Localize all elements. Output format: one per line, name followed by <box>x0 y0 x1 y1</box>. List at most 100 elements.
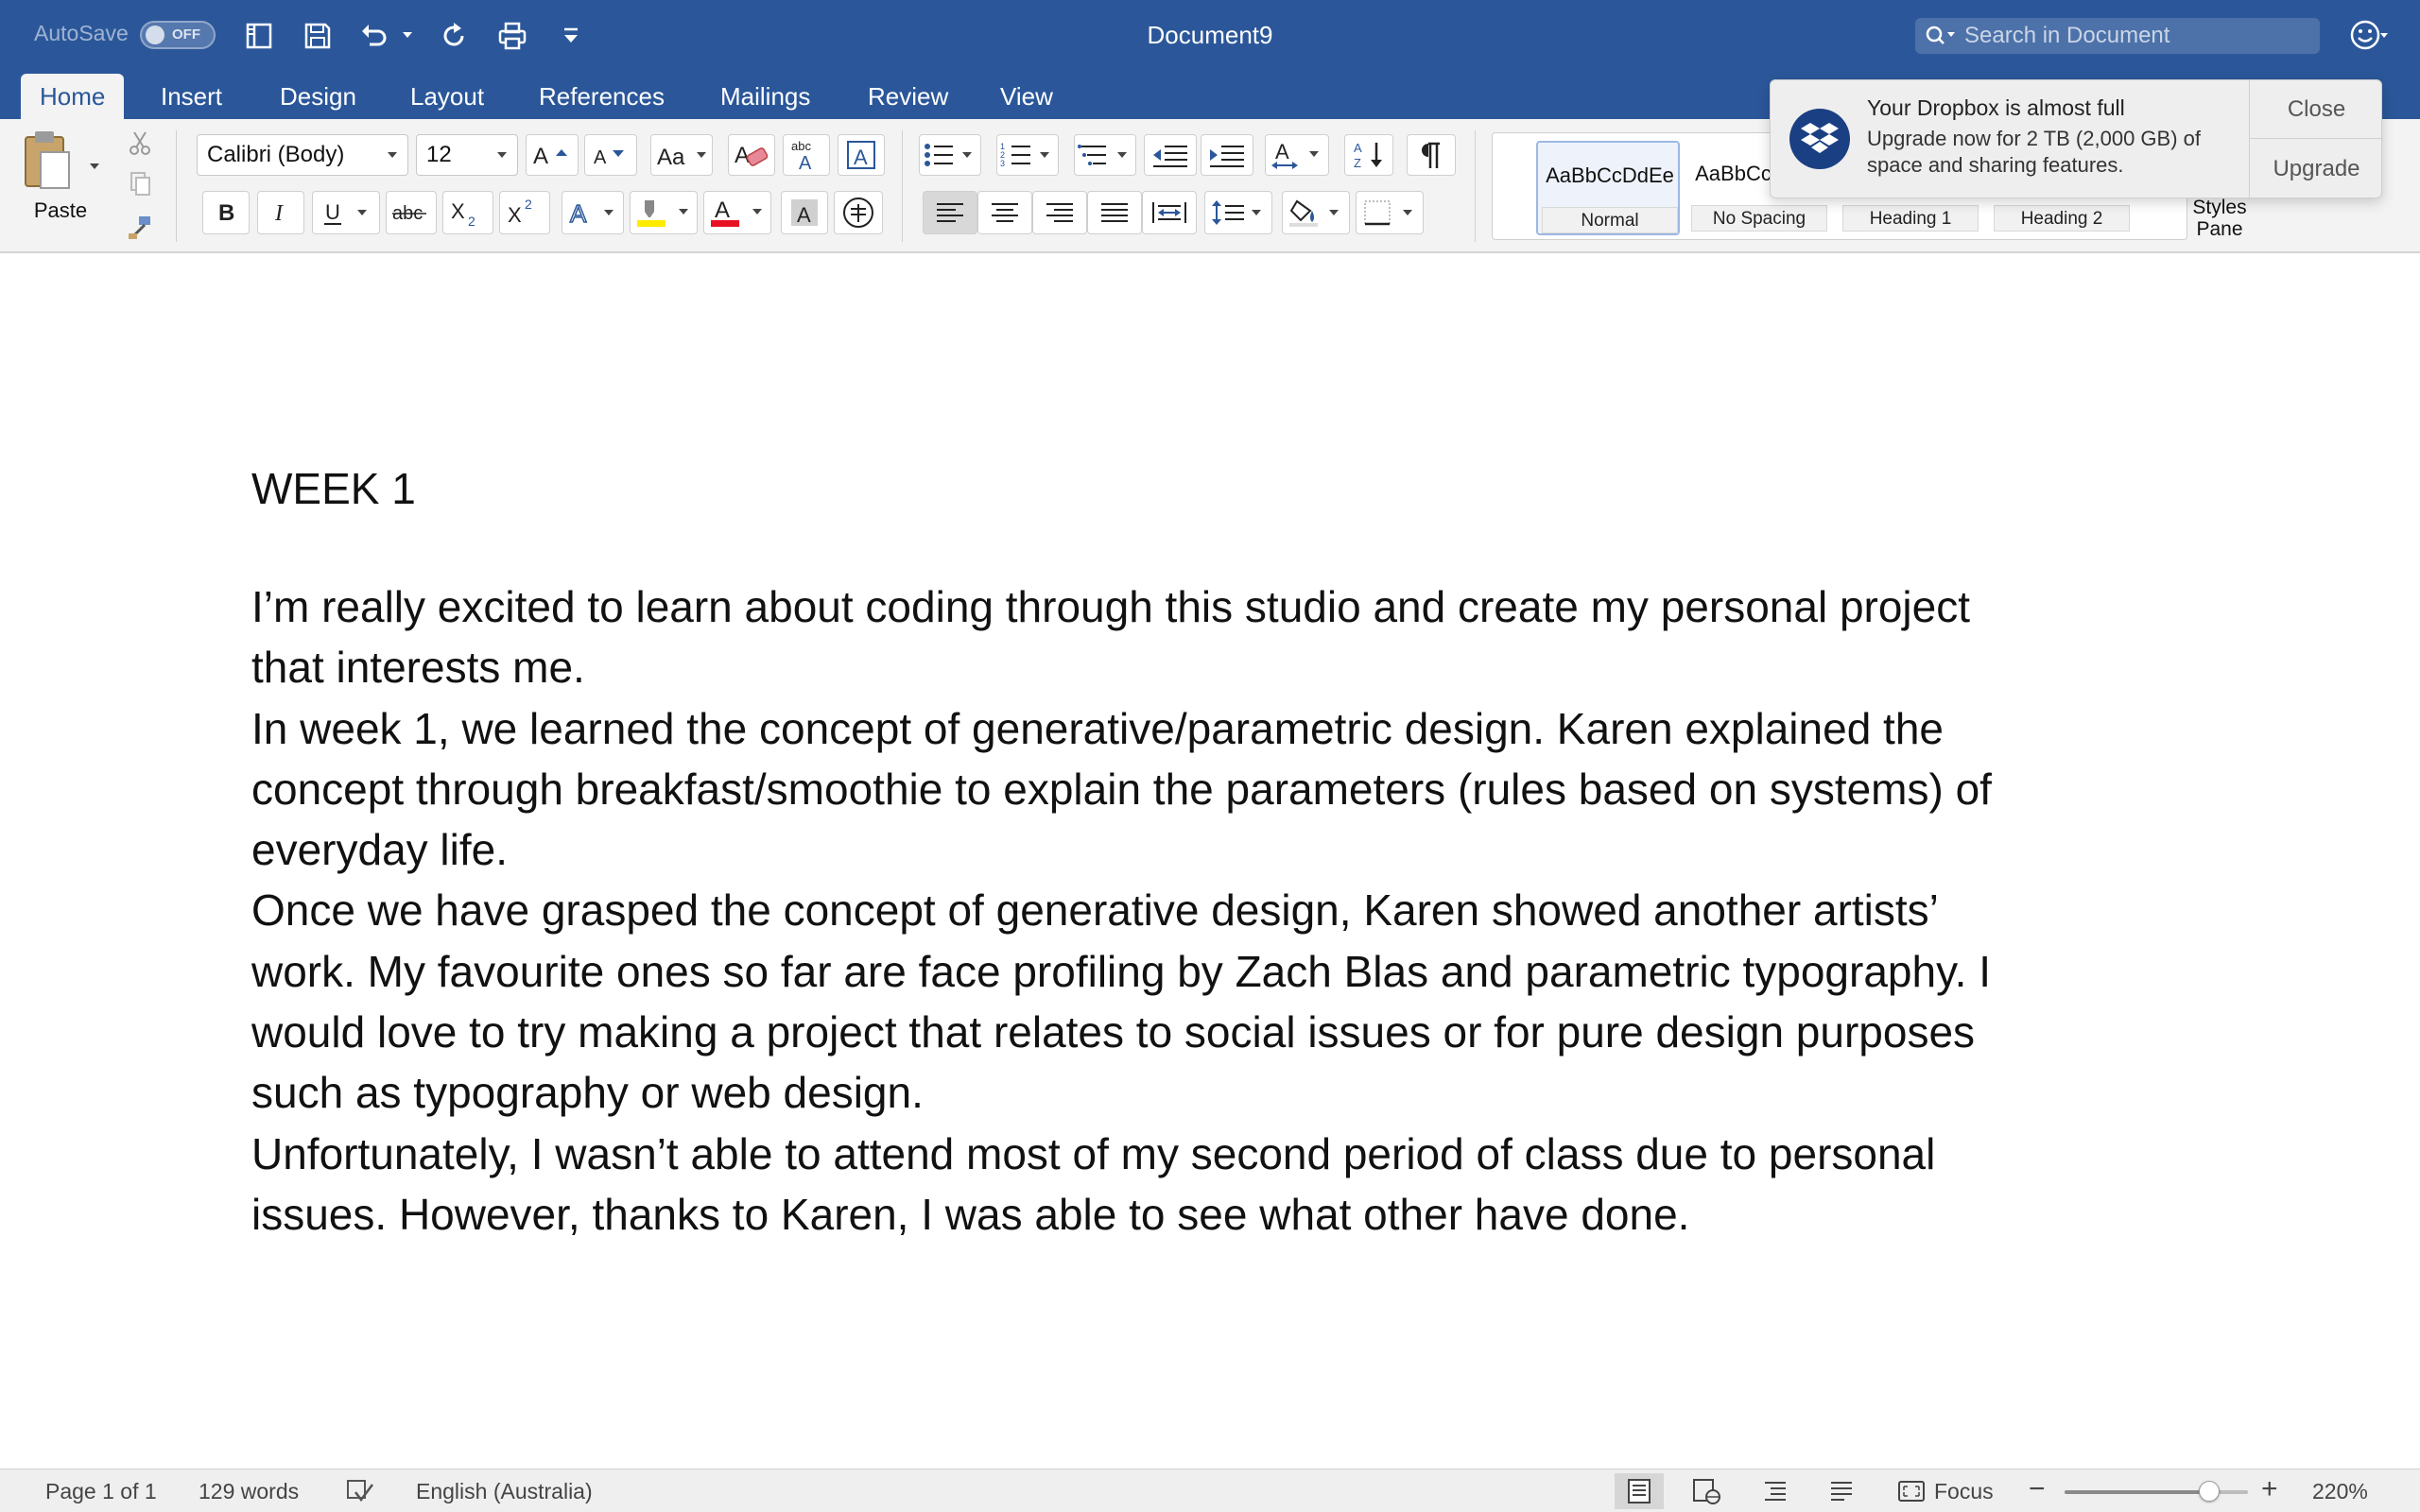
sidebar-toggle-icon[interactable] <box>240 17 278 55</box>
document-body[interactable]: I’m really excited to learn about coding… <box>251 576 2142 1245</box>
shrink-font-icon[interactable]: A <box>584 134 637 176</box>
feedback-smiley-icon[interactable] <box>2346 16 2390 54</box>
enclose-characters-icon[interactable] <box>834 191 883 234</box>
zoom-in-icon[interactable]: + <box>2261 1473 2278 1505</box>
svg-text:A: A <box>533 144 548 169</box>
svg-text:A: A <box>797 203 811 227</box>
autosave-toggle[interactable]: OFF <box>140 21 216 49</box>
tab-insert[interactable]: Insert <box>142 74 241 119</box>
character-shading-icon[interactable]: A <box>781 191 828 234</box>
separator <box>1475 130 1476 242</box>
tab-design[interactable]: Design <box>261 74 375 119</box>
chevron-down-icon <box>388 152 397 158</box>
increase-indent-icon[interactable] <box>1201 134 1253 176</box>
decrease-indent-icon[interactable] <box>1144 134 1197 176</box>
font-size-select[interactable]: 12 <box>416 134 518 176</box>
multilevel-list-icon[interactable] <box>1074 134 1136 176</box>
word-count[interactable]: 129 words <box>199 1479 299 1504</box>
style-name: Normal <box>1542 207 1678 233</box>
font-name-select[interactable]: Calibri (Body) <box>197 134 408 176</box>
font-name-value: Calibri (Body) <box>207 142 345 167</box>
align-center-button[interactable] <box>977 191 1032 234</box>
svg-text:X: X <box>508 203 522 227</box>
zoom-slider-thumb[interactable] <box>2199 1481 2221 1502</box>
justify-button[interactable] <box>1087 191 1142 234</box>
bold-button[interactable]: B <box>202 191 250 234</box>
sort-icon[interactable]: AZ <box>1344 134 1393 176</box>
align-left-button[interactable] <box>923 191 977 234</box>
bullets-icon[interactable] <box>919 134 981 176</box>
style-preview: AaBbCcDdEe <box>1546 163 1674 187</box>
font-color-icon[interactable]: A <box>703 191 771 234</box>
customize-toolbar-icon[interactable] <box>552 17 590 55</box>
tab-references[interactable]: References <box>520 74 683 119</box>
undo-icon[interactable] <box>355 17 393 55</box>
change-case-icon[interactable]: Aa <box>650 134 713 176</box>
tab-mailings[interactable]: Mailings <box>701 74 829 119</box>
grow-font-icon[interactable]: A <box>526 134 579 176</box>
document-line: such as typography or web design. <box>251 1068 924 1118</box>
paste-icon[interactable] <box>21 127 74 195</box>
document-line: issues. However, thanks to Karen, I was … <box>251 1189 1690 1239</box>
save-icon[interactable] <box>299 17 337 55</box>
character-border-icon[interactable]: A <box>838 134 885 176</box>
dropbox-logo-icon <box>1789 109 1850 169</box>
text-direction-icon[interactable]: A <box>1265 134 1329 176</box>
line-spacing-icon[interactable] <box>1204 191 1272 234</box>
strikethrough-button[interactable]: abc <box>386 191 437 234</box>
show-formatting-marks-icon[interactable] <box>1407 134 1456 176</box>
document-heading: WEEK 1 <box>251 464 416 513</box>
print-layout-view-icon[interactable] <box>1615 1473 1664 1509</box>
search-input[interactable] <box>1964 22 2305 50</box>
dropbox-upgrade-button[interactable]: Upgrade <box>2249 139 2383 199</box>
focus-mode-icon[interactable] <box>1887 1473 1936 1509</box>
svg-text:A: A <box>570 199 587 228</box>
align-right-button[interactable] <box>1032 191 1087 234</box>
search-box[interactable] <box>1915 18 2320 54</box>
undo-dropdown-icon[interactable] <box>401 28 414 42</box>
paste-dropdown-icon[interactable] <box>89 161 100 172</box>
zoom-level[interactable]: 220% <box>2312 1479 2368 1504</box>
style-normal[interactable]: AaBbCcDdEe Normal <box>1536 141 1680 235</box>
paste-label[interactable]: Paste <box>26 198 95 223</box>
svg-text:A: A <box>1275 140 1289 163</box>
copy-icon[interactable] <box>123 166 157 200</box>
italic-button[interactable]: I <box>257 191 304 234</box>
borders-icon[interactable] <box>1356 191 1424 234</box>
subscript-button[interactable]: X2 <box>442 191 493 234</box>
web-layout-view-icon[interactable] <box>1683 1473 1732 1509</box>
document-line: In week 1, we learned the concept of gen… <box>251 703 1945 753</box>
title-bar: AutoSave OFF Document9 <box>0 0 2420 74</box>
underline-button[interactable]: U <box>312 191 380 234</box>
format-painter-icon[interactable] <box>123 210 157 244</box>
redo-icon[interactable] <box>435 17 473 55</box>
document-line: Unfortunately, I wasn’t able to attend m… <box>251 1128 1936 1178</box>
focus-label[interactable]: Focus <box>1934 1479 1994 1504</box>
svg-text:2: 2 <box>468 214 475 228</box>
distributed-align-button[interactable] <box>1142 191 1197 234</box>
dropbox-close-button[interactable]: Close <box>2249 80 2383 139</box>
numbering-icon[interactable]: 123 <box>996 134 1059 176</box>
style-name: Heading 2 <box>1994 205 2130 232</box>
tab-view[interactable]: View <box>981 74 1072 119</box>
print-icon[interactable] <box>493 17 531 55</box>
tab-layout[interactable]: Layout <box>391 74 503 119</box>
phonetic-guide-icon[interactable]: abc A <box>783 134 830 176</box>
tab-home[interactable]: Home <box>21 74 125 119</box>
document-canvas[interactable]: WEEK 1 I’m really excited to learn about… <box>0 253 2420 1469</box>
proofing-icon[interactable] <box>344 1477 376 1505</box>
language-indicator[interactable]: English (Australia) <box>416 1479 593 1504</box>
tab-review[interactable]: Review <box>849 74 967 119</box>
zoom-out-icon[interactable]: − <box>2029 1473 2046 1505</box>
highlight-color-icon[interactable] <box>630 191 698 234</box>
cut-icon[interactable] <box>123 127 157 161</box>
outline-view-icon[interactable] <box>1751 1473 1800 1509</box>
text-effects-icon[interactable]: A <box>562 191 624 234</box>
clear-formatting-icon[interactable]: A <box>728 134 775 176</box>
shading-icon[interactable] <box>1282 191 1350 234</box>
dropbox-title: Your Dropbox is almost full <box>1867 95 2125 120</box>
page-count[interactable]: Page 1 of 1 <box>45 1479 157 1504</box>
superscript-button[interactable]: X2 <box>499 191 550 234</box>
styles-pane-button[interactable]: Styles Pane <box>2189 197 2250 240</box>
draft-view-icon[interactable] <box>1817 1473 1866 1509</box>
